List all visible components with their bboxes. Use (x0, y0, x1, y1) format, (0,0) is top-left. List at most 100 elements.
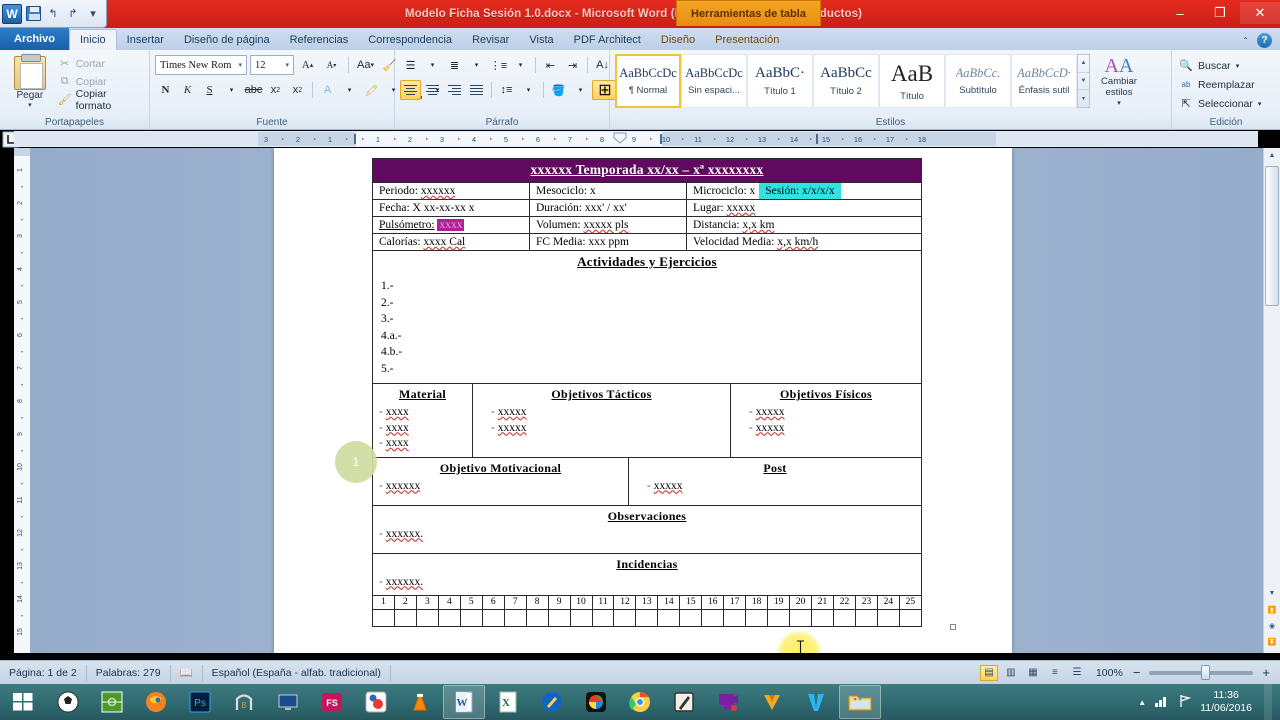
tab-presentacion[interactable]: Presentación (705, 29, 789, 50)
blank-cell[interactable] (856, 610, 878, 626)
number-cell[interactable]: 2 (395, 596, 417, 609)
multilevel-list-icon[interactable]: ⋮≡ (488, 55, 509, 75)
number-cell[interactable]: 16 (702, 596, 725, 609)
fs-app-icon[interactable]: FS (311, 685, 353, 719)
list-item[interactable]: xxxxx (654, 480, 683, 492)
section-actividades[interactable]: Actividades y Ejercicios 1.- 2.- 3.- 4.a… (373, 251, 921, 384)
superscript-icon[interactable]: x2 (287, 80, 308, 100)
tab-diseno-de-pagina[interactable]: Diseño de página (174, 29, 280, 50)
tab-archivo[interactable]: Archivo (0, 28, 69, 50)
list-item[interactable]: xxxxx (756, 422, 785, 434)
text-effects-icon[interactable]: A (317, 80, 338, 100)
blank-cell[interactable] (658, 610, 681, 626)
number-cell[interactable]: 14 (658, 596, 681, 609)
column-material[interactable]: Material xxxx xxxx xxxx (373, 384, 473, 457)
print-layout-icon[interactable]: ▤ (979, 664, 998, 681)
find-button[interactable]: 🔍 Buscar ▾ (1177, 56, 1239, 75)
blank-cell[interactable] (812, 610, 835, 626)
blank-cell[interactable] (373, 610, 395, 626)
explorer-folder-icon[interactable] (839, 685, 881, 719)
session-sheet-table[interactable]: xxxxxx Temporada xx/xx – xª xxxxxxxx Per… (372, 158, 922, 627)
format-painter-button[interactable]: 🖌 Copiar formato (55, 88, 144, 112)
tab-referencias[interactable]: Referencias (280, 29, 359, 50)
word-icon[interactable]: W (443, 685, 485, 719)
undo-icon[interactable]: ↰ (44, 5, 62, 23)
shading-icon[interactable]: 🪣 (548, 80, 569, 100)
shading-dropdown-icon[interactable]: ▾ (570, 80, 591, 100)
blank-row[interactable] (373, 609, 921, 626)
cell-lugar[interactable]: Lugar: xxxxx (687, 200, 921, 216)
list-item[interactable]: xxxxx (498, 406, 527, 418)
number-header-row[interactable]: 1 2 3 4 5 6 7 8 9 10 11 12 13 14 15 16 1… (373, 595, 921, 609)
style-titulo-1[interactable]: AaBbC· Título 1 (747, 54, 813, 108)
zoom-in-button[interactable]: + (1262, 665, 1270, 680)
redo-icon[interactable]: ↱ (64, 5, 82, 23)
change-styles-button[interactable]: AA Cambiar estilos ▾ (1090, 54, 1148, 109)
network-icon[interactable] (1154, 694, 1170, 711)
paste-button[interactable]: Pegar ▾ (5, 54, 55, 109)
scroll-down-icon[interactable]: ▼ (1265, 586, 1279, 601)
numbering-dropdown-icon[interactable]: ▾ (466, 55, 487, 75)
tab-vista[interactable]: Vista (519, 29, 563, 50)
tab-inicio[interactable]: Inicio (68, 29, 117, 50)
list-item[interactable]: 4.b.- (381, 344, 921, 361)
scroll-thumb[interactable] (1265, 166, 1279, 306)
number-cell[interactable]: 18 (746, 596, 769, 609)
section-observaciones[interactable]: Observaciones xxxxxx. (373, 506, 921, 554)
style-subtitulo[interactable]: AaBbCc. Subtítulo (945, 54, 1011, 108)
table-row[interactable]: Calorías: xxxx Cal FC Media: xxx ppm Vel… (373, 234, 921, 251)
tacticos-list[interactable]: xxxxx xxxxx (473, 404, 730, 441)
section-motivacional-post[interactable]: Objetivo Motivacional xxxxxx Post xxxxx (373, 457, 921, 506)
line-spacing-dropdown-icon[interactable]: ▾ (518, 80, 539, 100)
blank-cell[interactable] (395, 610, 417, 626)
list-item[interactable]: xxxx (386, 437, 409, 449)
vertical-ruler[interactable]: 1 2 3 4 5 6 7 8 9 10 11 12 13 14 15 (14, 148, 30, 653)
tab-insertar[interactable]: Insertar (117, 29, 174, 50)
number-cell[interactable]: 15 (680, 596, 703, 609)
list-item[interactable]: xxxx (386, 422, 409, 434)
word-count[interactable]: Palabras: 279 (87, 664, 171, 681)
excel-icon[interactable]: X (487, 685, 529, 719)
decrease-indent-icon[interactable]: ⇤ (540, 55, 561, 75)
list-item[interactable]: 3.- (381, 311, 921, 328)
blank-cell[interactable] (834, 610, 856, 626)
zoom-out-button[interactable]: − (1133, 665, 1141, 680)
bold-icon[interactable]: N (155, 80, 176, 100)
paint-tool-icon[interactable] (531, 685, 573, 719)
windows-start-icon[interactable] (0, 684, 46, 720)
font-name-combo[interactable]: Times New Rom ▾ (155, 55, 247, 75)
column-post[interactable]: Post xxxxx (629, 458, 921, 505)
blank-cell[interactable] (593, 610, 615, 626)
cell-fc-media[interactable]: FC Media: xxx ppm (530, 234, 687, 250)
list-item[interactable]: xxxxx (756, 406, 785, 418)
table-row[interactable]: Pulsómetro: xxxx Volumen: xxxxx pls Dist… (373, 217, 921, 234)
blank-cell[interactable] (636, 610, 659, 626)
blank-cell[interactable] (439, 610, 461, 626)
help-icon[interactable]: ? (1257, 33, 1272, 48)
cell-duracion[interactable]: Duración: xxx' / xx' (530, 200, 687, 216)
select-browse-object-icon[interactable]: ◉ (1265, 618, 1279, 633)
cell-microciclo-sesion[interactable]: Microciclo: x Sesión: x/x/x/x (687, 183, 921, 199)
customize-qat-icon[interactable]: ▾ (84, 5, 102, 23)
zoom-slider-thumb[interactable] (1201, 664, 1211, 680)
table-row[interactable]: Fecha: X xx-xx-xx x Duración: xxx' / xx'… (373, 200, 921, 217)
horizontal-ruler[interactable]: 321 123 456 789 10 11 12 13 14 15 16 17 18 (14, 131, 1258, 147)
style-titulo[interactable]: AaB Título (879, 54, 945, 108)
word-logo-icon[interactable]: W (2, 3, 22, 24)
bullets-icon[interactable]: ☰ (400, 55, 421, 75)
incidencias-list[interactable]: xxxxxx. (373, 574, 921, 596)
style-sin-espaciado[interactable]: AaBbCcDc Sin espaci... (681, 54, 747, 108)
cell-mesociclo[interactable]: Mesociclo: x (530, 183, 687, 199)
number-cell[interactable]: 6 (483, 596, 505, 609)
observaciones-list[interactable]: xxxxxx. (373, 526, 921, 548)
remote-desktop-icon[interactable] (267, 685, 309, 719)
web-layout-icon[interactable]: ▦ (1024, 665, 1042, 681)
align-left-icon[interactable] (400, 80, 421, 100)
line-spacing-icon[interactable]: ↕≡ (496, 80, 517, 100)
numbering-icon[interactable]: ≣ (444, 55, 465, 75)
proofing-status[interactable]: 📖 (171, 664, 203, 681)
minimize-ribbon-icon[interactable]: ⌃ (1242, 36, 1249, 45)
cell-pulsometro[interactable]: Pulsómetro: xxxx (373, 217, 530, 233)
list-item[interactable]: 1.- (381, 278, 921, 295)
handbrake-icon[interactable] (751, 685, 793, 719)
